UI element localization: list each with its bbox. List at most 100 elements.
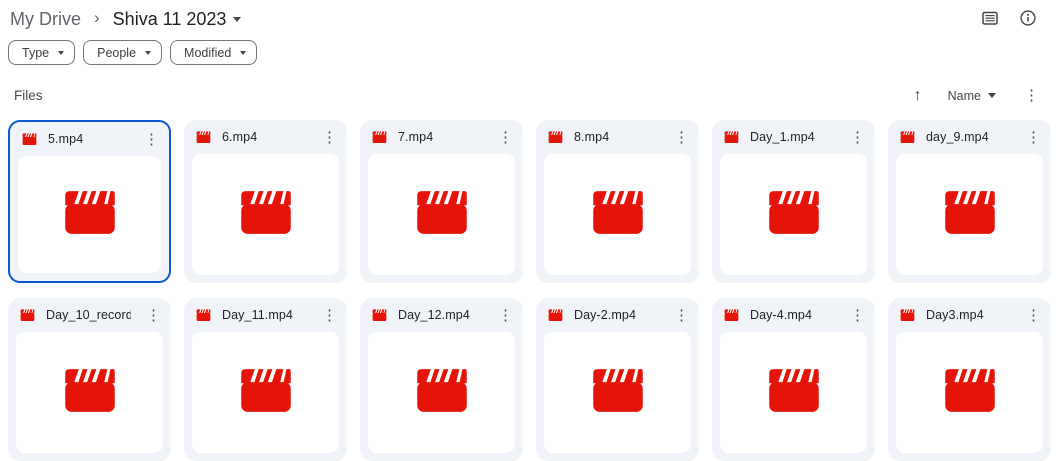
- kebab-icon: ⋮: [674, 307, 689, 324]
- file-name: Day_11.mp4: [222, 308, 307, 322]
- file-more-button[interactable]: ⋮: [670, 128, 693, 147]
- video-file-icon: [196, 309, 211, 322]
- file-card-header: Day-2.mp4 ⋮: [536, 298, 699, 332]
- chevron-down-icon: [233, 17, 241, 22]
- kebab-icon: ⋮: [498, 307, 513, 324]
- file-name: Day3.mp4: [926, 308, 1011, 322]
- file-card[interactable]: Day_11.mp4 ⋮: [184, 298, 347, 461]
- file-card-header: 7.mp4 ⋮: [360, 120, 523, 154]
- video-file-icon: [196, 131, 211, 144]
- chevron-down-icon: [58, 51, 64, 55]
- file-preview: [192, 332, 339, 453]
- file-name: Day_10_recording....: [46, 308, 131, 322]
- file-card[interactable]: Day_10_recording.... ⋮: [8, 298, 171, 461]
- clapperboard-icon: [767, 190, 821, 240]
- file-name: 8.mp4: [574, 130, 659, 144]
- file-card[interactable]: Day_1.mp4 ⋮: [712, 120, 875, 283]
- more-options-button[interactable]: ⋮: [1020, 86, 1043, 105]
- kebab-icon: ⋮: [322, 129, 337, 146]
- filter-chip-modified[interactable]: Modified: [170, 40, 257, 65]
- kebab-icon: ⋮: [322, 307, 337, 324]
- file-more-button[interactable]: ⋮: [494, 128, 517, 147]
- file-card[interactable]: Day-2.mp4 ⋮: [536, 298, 699, 461]
- chevron-down-icon: [988, 93, 996, 98]
- file-card[interactable]: day_9.mp4 ⋮: [888, 120, 1051, 283]
- file-card[interactable]: 7.mp4 ⋮: [360, 120, 523, 283]
- file-more-button[interactable]: ⋮: [140, 130, 163, 149]
- file-card-header: Day_12.mp4 ⋮: [360, 298, 523, 332]
- info-icon: [1019, 9, 1037, 30]
- file-card[interactable]: 5.mp4 ⋮: [8, 120, 171, 283]
- kebab-icon: ⋮: [850, 129, 865, 146]
- file-grid: 5.mp4 ⋮: [0, 120, 1059, 461]
- chip-label: Type: [22, 46, 49, 60]
- filter-chip-type[interactable]: Type: [8, 40, 75, 65]
- file-more-button[interactable]: ⋮: [846, 306, 869, 325]
- file-more-button[interactable]: ⋮: [494, 306, 517, 325]
- filter-chip-row: Type People Modified: [0, 32, 1059, 65]
- clapperboard-icon: [943, 190, 997, 240]
- clapperboard-icon: [943, 368, 997, 418]
- file-card[interactable]: Day_12.mp4 ⋮: [360, 298, 523, 461]
- breadcrumb-item-my-drive[interactable]: My Drive: [10, 9, 81, 30]
- file-card[interactable]: Day3.mp4 ⋮: [888, 298, 1051, 461]
- file-card[interactable]: 8.mp4 ⋮: [536, 120, 699, 283]
- file-name: Day-2.mp4: [574, 308, 659, 322]
- clapperboard-icon: [591, 190, 645, 240]
- file-more-button[interactable]: ⋮: [1022, 128, 1045, 147]
- file-card-header: 8.mp4 ⋮: [536, 120, 699, 154]
- file-more-button[interactable]: ⋮: [318, 306, 341, 325]
- clapperboard-icon: [767, 368, 821, 418]
- breadcrumb-separator-icon: ›: [94, 8, 100, 28]
- file-more-button[interactable]: ⋮: [846, 128, 869, 147]
- file-more-button[interactable]: ⋮: [670, 306, 693, 325]
- clapperboard-icon: [591, 368, 645, 418]
- list-view-toggle-button[interactable]: [977, 6, 1003, 32]
- clapperboard-icon: [239, 190, 293, 240]
- kebab-icon: ⋮: [1026, 307, 1041, 324]
- files-section-label: Files: [14, 88, 43, 103]
- details-button[interactable]: [1015, 6, 1041, 32]
- video-file-icon: [900, 309, 915, 322]
- file-name: Day-4.mp4: [750, 308, 835, 322]
- chip-label: Modified: [184, 46, 231, 60]
- kebab-icon: ⋮: [146, 307, 161, 324]
- file-more-button[interactable]: ⋮: [142, 306, 165, 325]
- arrow-up-icon: ↑: [914, 87, 922, 104]
- list-view-icon: [981, 9, 999, 30]
- sort-direction-button[interactable]: ↑: [914, 87, 922, 105]
- kebab-icon: ⋮: [1026, 129, 1041, 146]
- file-card-header: Day3.mp4 ⋮: [888, 298, 1051, 332]
- file-card[interactable]: 6.mp4 ⋮: [184, 120, 347, 283]
- file-card-header: 6.mp4 ⋮: [184, 120, 347, 154]
- file-preview: [544, 154, 691, 275]
- file-card[interactable]: Day-4.mp4 ⋮: [712, 298, 875, 461]
- file-preview: [720, 332, 867, 453]
- chevron-down-icon: [240, 51, 246, 55]
- file-card-header: Day_1.mp4 ⋮: [712, 120, 875, 154]
- video-file-icon: [22, 133, 37, 146]
- video-file-icon: [372, 309, 387, 322]
- file-card-header: day_9.mp4 ⋮: [888, 120, 1051, 154]
- video-file-icon: [20, 309, 35, 322]
- file-preview: [720, 154, 867, 275]
- filter-chip-people[interactable]: People: [83, 40, 162, 65]
- clapperboard-icon: [63, 190, 117, 240]
- file-name: 5.mp4: [48, 132, 129, 146]
- file-card-header: Day_11.mp4 ⋮: [184, 298, 347, 332]
- chevron-down-icon: [145, 51, 151, 55]
- file-more-button[interactable]: ⋮: [318, 128, 341, 147]
- file-name: Day_12.mp4: [398, 308, 483, 322]
- file-preview: [368, 154, 515, 275]
- file-preview: [896, 332, 1043, 453]
- clapperboard-icon: [63, 368, 117, 418]
- file-more-button[interactable]: ⋮: [1022, 306, 1045, 325]
- file-preview: [544, 332, 691, 453]
- sort-by-button[interactable]: Name: [948, 89, 996, 103]
- breadcrumb-current-folder[interactable]: Shiva 11 2023: [113, 9, 242, 30]
- file-name: day_9.mp4: [926, 130, 1011, 144]
- file-name: 7.mp4: [398, 130, 483, 144]
- kebab-icon: ⋮: [1024, 87, 1039, 104]
- kebab-icon: ⋮: [850, 307, 865, 324]
- kebab-icon: ⋮: [498, 129, 513, 146]
